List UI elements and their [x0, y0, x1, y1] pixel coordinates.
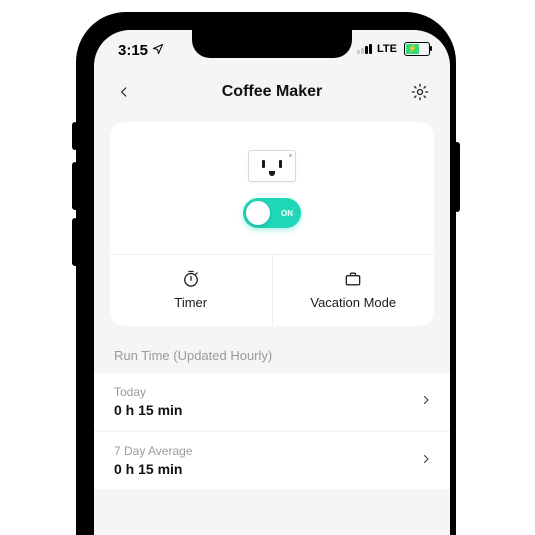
- power-toggle[interactable]: ON: [243, 198, 301, 228]
- outlet-icon: [248, 150, 296, 182]
- phone-notch: [192, 30, 352, 58]
- vacation-mode-label: Vacation Mode: [310, 295, 396, 310]
- runtime-row-7day[interactable]: 7 Day Average 0 h 15 min: [94, 432, 450, 489]
- timer-label: Timer: [174, 295, 207, 310]
- back-button[interactable]: [112, 80, 136, 104]
- phone-volume-down: [72, 218, 78, 266]
- toggle-knob: [246, 201, 270, 225]
- network-type-label: LTE: [377, 43, 397, 55]
- chevron-left-icon: [117, 85, 131, 99]
- page-title: Coffee Maker: [222, 83, 322, 101]
- phone-mute-switch: [72, 122, 78, 150]
- phone-frame: 3:15 LTE ⚡: [76, 12, 456, 535]
- runtime-row-label: 7 Day Average: [114, 444, 430, 458]
- screen: 3:15 LTE ⚡: [94, 30, 450, 535]
- timer-icon: [181, 269, 201, 289]
- suitcase-icon: [343, 269, 363, 289]
- device-card: ON Timer: [110, 122, 434, 326]
- chevron-right-icon: [420, 393, 432, 411]
- timer-button[interactable]: Timer: [110, 255, 272, 326]
- location-services-icon: [152, 42, 164, 59]
- nav-bar: Coffee Maker: [94, 70, 450, 114]
- phone-volume-up: [72, 162, 78, 210]
- runtime-section-title: Run Time (Updated Hourly): [114, 348, 430, 363]
- phone-side-button: [454, 142, 460, 212]
- power-toggle-label: ON: [281, 198, 293, 228]
- gear-icon: [410, 82, 430, 102]
- battery-icon: ⚡: [404, 42, 430, 56]
- vacation-mode-button[interactable]: Vacation Mode: [272, 255, 435, 326]
- cellular-signal-icon: [357, 44, 372, 54]
- settings-button[interactable]: [408, 80, 432, 104]
- runtime-row-label: Today: [114, 385, 430, 399]
- runtime-row-today[interactable]: Today 0 h 15 min: [94, 373, 450, 430]
- status-time: 3:15: [118, 42, 148, 59]
- runtime-row-value: 0 h 15 min: [114, 461, 430, 477]
- chevron-right-icon: [420, 452, 432, 470]
- runtime-row-value: 0 h 15 min: [114, 402, 430, 418]
- battery-charging-icon: ⚡: [408, 45, 418, 53]
